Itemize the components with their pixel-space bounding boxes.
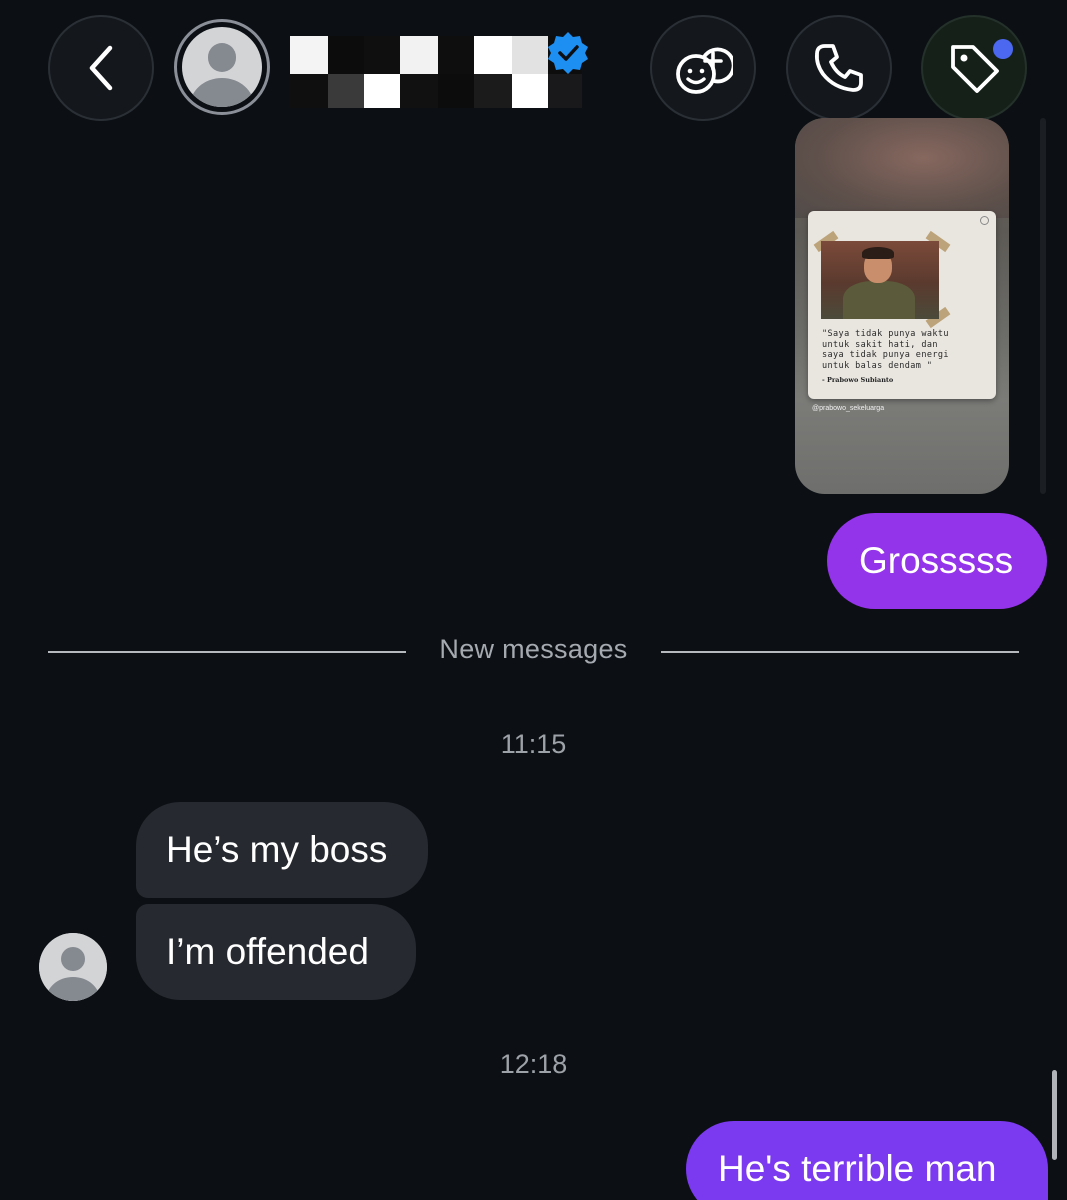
outgoing-message[interactable]: Grosssss	[827, 513, 1047, 609]
incoming-message[interactable]: He’s my boss	[136, 802, 428, 898]
sender-avatar[interactable]	[39, 933, 107, 1001]
default-profile-icon	[39, 933, 107, 1001]
divider-line	[48, 651, 406, 653]
shared-story-card[interactable]: "Saya tidak punya waktu untuk sakit hati…	[795, 118, 1009, 494]
scrollbar-thumb[interactable]	[1052, 1070, 1057, 1160]
default-profile-icon	[182, 27, 262, 107]
tag-button[interactable]	[921, 15, 1027, 121]
dm-thread-screen: "Saya tidak punya waktu untuk sakit hati…	[0, 0, 1067, 1200]
phone-icon	[814, 44, 863, 92]
contact-avatar[interactable]	[174, 19, 270, 115]
new-messages-divider: New messages	[439, 634, 628, 664]
message-text: He’s my boss	[166, 829, 388, 870]
back-button[interactable]	[48, 15, 154, 121]
circle-icon	[980, 216, 989, 225]
message-text: Grosssss	[859, 540, 1014, 581]
timestamp: 11:15	[500, 729, 567, 759]
portrait-photo	[821, 241, 939, 319]
quote-text: "Saya tidak punya waktu untuk sakit hati…	[822, 329, 949, 371]
message-text: I’m offended	[166, 931, 369, 972]
notification-dot	[993, 39, 1013, 59]
scrollbar-track	[1040, 118, 1046, 494]
face-plus-icon	[676, 47, 733, 94]
quote-card: "Saya tidak punya waktu untuk sakit hati…	[808, 211, 996, 399]
story-handle: @prabowo_sekeluarga	[812, 405, 885, 412]
divider-line	[661, 651, 1019, 653]
message-text: He's terrible man	[718, 1148, 997, 1189]
outgoing-message[interactable]: He's terrible man	[686, 1121, 1048, 1200]
audio-call-button[interactable]	[786, 15, 892, 121]
incoming-message[interactable]: I’m offended	[136, 904, 416, 1000]
effects-button[interactable]	[650, 15, 756, 121]
chevron-left-icon	[89, 45, 113, 91]
verified-badge-icon	[548, 32, 588, 74]
redacted-username[interactable]	[290, 36, 582, 108]
timestamp: 12:18	[499, 1049, 568, 1079]
quote-author: - Prabowo Subianto	[822, 376, 894, 384]
